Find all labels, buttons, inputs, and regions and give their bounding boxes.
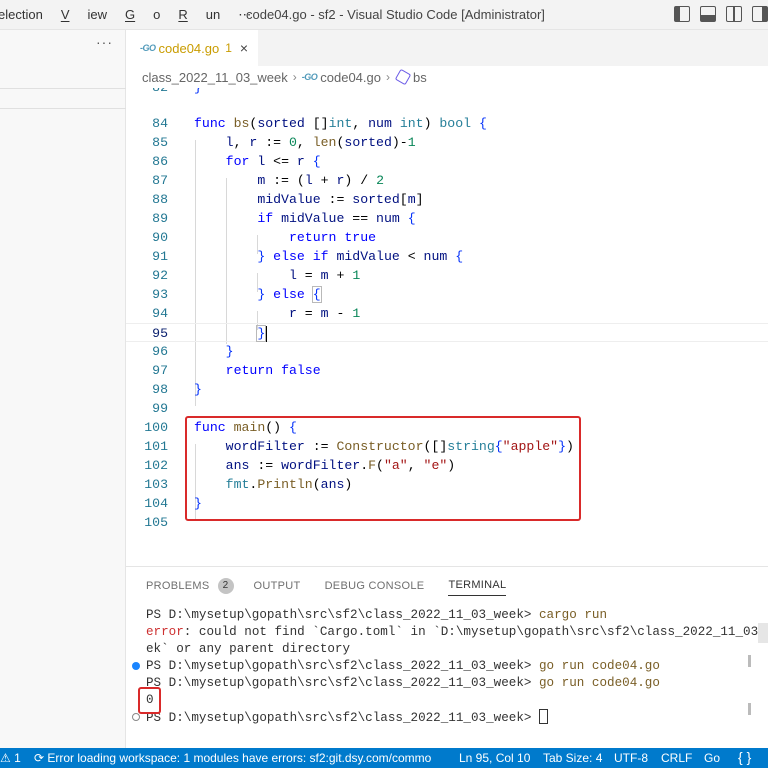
code-line: 90 return true — [152, 230, 377, 245]
menu-selection[interactable]: election — [0, 7, 43, 23]
command-decoration-icon[interactable] — [132, 662, 140, 670]
menu-view[interactable]: View — [61, 7, 107, 23]
code-line: 91 } else if midValue < num { — [152, 249, 464, 264]
status-problems[interactable]: ⚠ 1 — [0, 751, 21, 765]
code-line: 96 } — [152, 344, 234, 359]
chevron-right-icon: › — [292, 70, 297, 84]
tab-terminal[interactable]: TERMINAL — [448, 579, 507, 596]
terminal-cursor — [539, 709, 548, 724]
status-eol[interactable]: CRLF — [661, 751, 692, 765]
braces-icon[interactable]: { } — [738, 749, 751, 765]
terminal-line: PS D:\mysetup\gopath\src\sf2\class_2022_… — [146, 608, 608, 622]
code-line: 89 if midValue == num { — [152, 211, 416, 226]
tab-code04-go[interactable]: -GO code04.go 1 × — [126, 30, 258, 66]
terminal-line: ek` or any parent directory — [146, 642, 351, 656]
code-line: 82} — [126, 88, 768, 97]
code-line: 93 } else { — [152, 286, 322, 303]
problem-count-badge: 2 — [217, 577, 234, 594]
menu-run[interactable]: Run — [178, 7, 220, 23]
tab-problem-count: 1 — [225, 41, 232, 55]
toggle-panel-icon[interactable] — [700, 6, 716, 22]
code-line: 94 r = m - 1 — [152, 306, 361, 321]
main-func-highlight — [185, 416, 581, 521]
go-file-icon: -GO — [140, 43, 156, 53]
menu-go[interactable]: Go — [125, 7, 160, 23]
status-cursor-position[interactable]: Ln 95, Col 10 — [459, 751, 530, 765]
sidebar-divider — [0, 88, 126, 89]
scrollbar-marker — [748, 703, 751, 715]
symbol-method-icon — [394, 68, 412, 86]
chevron-right-icon: › — [386, 70, 390, 84]
code-line-current: 95 } — [126, 323, 768, 342]
status-bar: ⚠ 1 ⟳ Error loading workspace: 1 modules… — [0, 748, 768, 768]
scrollbar-marker — [748, 655, 751, 667]
code-line: 87 m := (l + r) / 2 — [152, 173, 384, 188]
status-language[interactable]: Go — [704, 751, 720, 765]
code-line: 97 return false — [152, 363, 321, 378]
terminal[interactable]: PS D:\mysetup\gopath\src\sf2\class_2022_… — [126, 607, 768, 726]
title-bar: election View Go Run ⋯ code04.go - sf2 -… — [0, 0, 768, 30]
status-encoding[interactable]: UTF-8 — [614, 751, 648, 765]
terminal-line: PS D:\mysetup\gopath\src\sf2\class_2022_… — [126, 658, 756, 675]
breadcrumb-folder[interactable]: class_2022_11_03_week — [142, 70, 288, 85]
status-tab-size[interactable]: Tab Size: 4 — [543, 751, 602, 765]
code-line: 85 l, r := 0, len(sorted)-1 — [152, 135, 416, 150]
window-title: code04.go - sf2 - Visual Studio Code [Ad… — [246, 7, 545, 22]
layout-controls — [674, 6, 768, 22]
text-cursor — [265, 325, 268, 342]
panel-tabs: PROBLEMS 2 OUTPUT DEBUG CONSOLE TERMINAL — [146, 575, 530, 596]
sidebar-divider — [0, 108, 126, 109]
code-line: 88 midValue := sorted[m] — [152, 192, 424, 207]
output-highlight — [138, 687, 161, 714]
sync-icon: ⟳ — [34, 751, 48, 765]
tab-problems[interactable]: PROBLEMS — [146, 580, 210, 592]
sidebar-more-icon[interactable]: ··· — [96, 34, 113, 50]
terminal-scrollbar[interactable] — [758, 623, 768, 643]
toggle-secondary-sidebar-icon[interactable] — [726, 6, 742, 22]
tab-debug-console[interactable]: DEBUG CONSOLE — [325, 580, 425, 592]
terminal-output: 0 — [146, 693, 154, 707]
sidebar: ··· — [0, 30, 126, 748]
code-line: 84 func bs(sorted []int, num int) bool { — [152, 116, 487, 131]
editor-tabs: -GO code04.go 1 × — [126, 30, 768, 66]
breadcrumb: class_2022_11_03_week › -GO code04.go › … — [142, 68, 427, 86]
breadcrumb-file[interactable]: code04.go — [320, 70, 381, 85]
tab-label: code04.go — [158, 40, 220, 56]
command-decoration-icon[interactable] — [132, 713, 140, 721]
toggle-sidebar-icon[interactable] — [674, 6, 690, 22]
bottom-panel: PROBLEMS 2 OUTPUT DEBUG CONSOLE TERMINAL… — [126, 566, 768, 748]
code-line: 86 for l <= r { — [152, 154, 321, 169]
tab-close-icon[interactable]: × — [240, 40, 248, 56]
status-error-message[interactable]: ⟳ Error loading workspace: 1 modules hav… — [34, 751, 431, 765]
breadcrumb-symbol[interactable]: bs — [413, 70, 427, 85]
code-line: 92 l = m + 1 — [152, 268, 361, 283]
terminal-line: error: could not find `Cargo.toml` in `D… — [146, 625, 768, 639]
terminal-line: PS D:\mysetup\gopath\src\sf2\class_2022_… — [126, 709, 756, 726]
customize-layout-icon[interactable] — [752, 6, 768, 22]
menu-bar: election View Go Run ⋯ — [0, 7, 269, 23]
go-file-icon: -GO — [301, 72, 318, 82]
tab-output[interactable]: OUTPUT — [254, 580, 301, 592]
code-line: 98} — [152, 382, 202, 397]
terminal-line: PS D:\mysetup\gopath\src\sf2\class_2022_… — [146, 676, 660, 690]
